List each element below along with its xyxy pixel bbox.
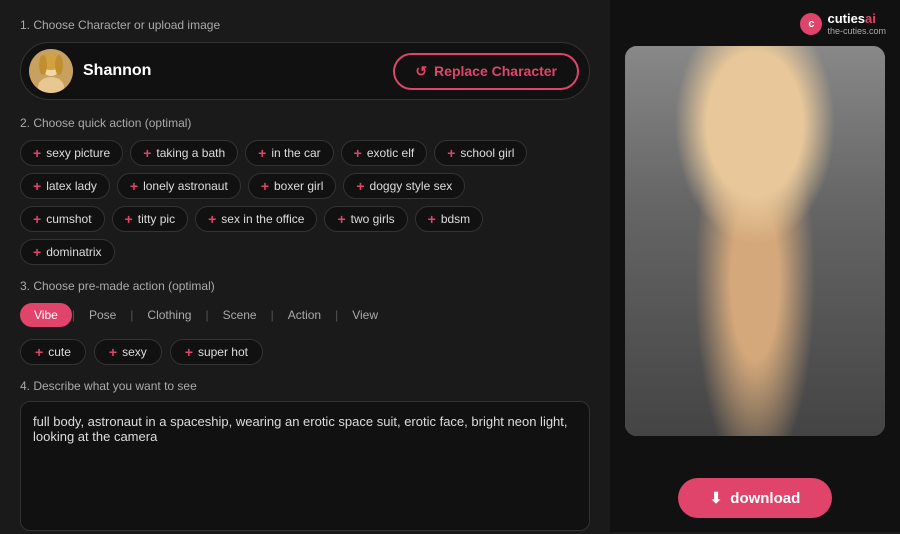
- plus-icon: +: [35, 345, 43, 359]
- plus-icon: +: [109, 345, 117, 359]
- chip-cumshot[interactable]: +cumshot: [20, 206, 105, 232]
- premade-tabs: Vibe | Pose | Clothing | Scene | Action …: [20, 303, 590, 327]
- plus-icon: +: [125, 212, 133, 226]
- chip-lonely-astronaut[interactable]: +lonely astronaut: [117, 173, 241, 199]
- plus-icon: +: [447, 146, 455, 160]
- plus-icon: +: [258, 146, 266, 160]
- chip-two-girls[interactable]: +two girls: [324, 206, 407, 232]
- chip-boxer-girl[interactable]: +boxer girl: [248, 173, 337, 199]
- brand-icon: c: [800, 13, 822, 35]
- generated-image: [625, 46, 885, 436]
- plus-icon: +: [130, 179, 138, 193]
- plus-icon: +: [261, 179, 269, 193]
- replace-icon: ↺: [415, 63, 427, 80]
- chip-school-girl[interactable]: +school girl: [434, 140, 527, 166]
- chip-dominatrix[interactable]: +dominatrix: [20, 239, 115, 265]
- tab-pose[interactable]: Pose: [75, 303, 130, 327]
- replace-character-button[interactable]: ↺ Replace Character: [393, 53, 579, 90]
- tab-action[interactable]: Action: [274, 303, 335, 327]
- chip-taking-a-bath[interactable]: +taking a bath: [130, 140, 238, 166]
- chip-in-the-car[interactable]: +in the car: [245, 140, 334, 166]
- character-selector: Shannon ↺ Replace Character: [20, 42, 590, 100]
- quick-actions-row4: +dominatrix: [20, 239, 590, 265]
- brand-name: cutiesai the-cuties.com: [827, 12, 886, 36]
- quick-actions-row1: +sexy picture +taking a bath +in the car…: [20, 140, 590, 166]
- tab-view[interactable]: View: [338, 303, 392, 327]
- step1-label: 1. Choose Character or upload image: [20, 18, 590, 32]
- plus-icon: +: [33, 179, 41, 193]
- chip-exotic-elf[interactable]: +exotic elf: [341, 140, 428, 166]
- chip-titty-pic[interactable]: +titty pic: [112, 206, 189, 232]
- plus-icon: +: [33, 212, 41, 226]
- left-panel: 1. Choose Character or upload image Shan…: [0, 0, 610, 532]
- plus-icon: +: [33, 146, 41, 160]
- tab-vibe[interactable]: Vibe: [20, 303, 72, 327]
- plus-icon: +: [185, 345, 193, 359]
- quick-actions-row2: +latex lady +lonely astronaut +boxer gir…: [20, 173, 590, 199]
- replace-label: Replace Character: [434, 63, 557, 79]
- plus-icon: +: [33, 245, 41, 259]
- quick-actions-row3: +cumshot +titty pic +sex in the office +…: [20, 206, 590, 232]
- tab-scene[interactable]: Scene: [209, 303, 271, 327]
- quick-actions: +sexy picture +taking a bath +in the car…: [20, 140, 590, 265]
- character-info: Shannon: [29, 49, 151, 93]
- right-panel: c cutiesai the-cuties.com ⬇ download: [610, 0, 900, 532]
- plus-icon: +: [337, 212, 345, 226]
- brand-sub: the-cuties.com: [827, 26, 886, 36]
- chip-bdsm[interactable]: +bdsm: [415, 206, 484, 232]
- download-icon: ⬇: [710, 489, 723, 507]
- figure-placeholder: [625, 46, 885, 436]
- avatar: [29, 49, 73, 93]
- chip-doggy-style-sex[interactable]: +doggy style sex: [343, 173, 465, 199]
- vibe-chips: +cute +sexy +super hot: [20, 339, 590, 365]
- plus-icon: +: [356, 179, 364, 193]
- plus-icon: +: [428, 212, 436, 226]
- chip-latex-lady[interactable]: +latex lady: [20, 173, 110, 199]
- vibe-chip-super-hot[interactable]: +super hot: [170, 339, 263, 365]
- chip-sexy-picture[interactable]: +sexy picture: [20, 140, 123, 166]
- chip-sex-in-the-office[interactable]: +sex in the office: [195, 206, 317, 232]
- download-label: download: [730, 490, 800, 507]
- brand-logo: c cutiesai the-cuties.com: [800, 12, 886, 36]
- step4-label: 4. Describe what you want to see: [20, 379, 590, 393]
- step2-label: 2. Choose quick action (optimal): [20, 116, 590, 130]
- vibe-chip-cute[interactable]: +cute: [20, 339, 86, 365]
- plus-icon: +: [354, 146, 362, 160]
- vibe-chip-sexy[interactable]: +sexy: [94, 339, 162, 365]
- step3-label: 3. Choose pre-made action (optimal): [20, 279, 590, 293]
- character-name: Shannon: [83, 62, 151, 80]
- describe-textarea[interactable]: full body, astronaut in a spaceship, wea…: [20, 401, 590, 531]
- avatar-image: [29, 49, 73, 93]
- plus-icon: +: [208, 212, 216, 226]
- tab-clothing[interactable]: Clothing: [133, 303, 205, 327]
- plus-icon: +: [143, 146, 151, 160]
- download-button[interactable]: ⬇ download: [678, 478, 833, 518]
